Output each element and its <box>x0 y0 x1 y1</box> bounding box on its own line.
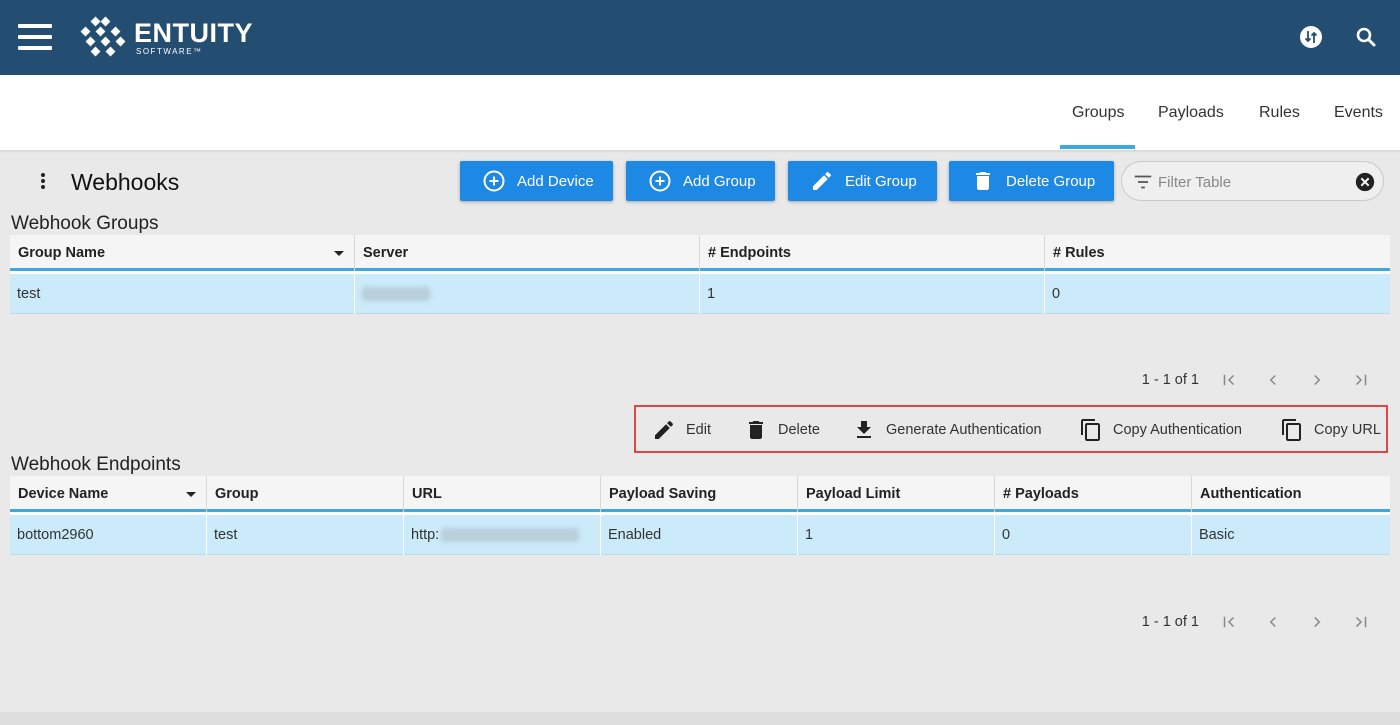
tab-payloads[interactable]: Payloads <box>1158 104 1224 122</box>
pencil-icon <box>655 420 673 439</box>
more-options-icon[interactable] <box>36 172 50 192</box>
column-header-device-name[interactable]: Device Name <box>10 476 207 512</box>
endpoints-section-title: Webhook Endpoints <box>11 454 181 475</box>
copy-url-button[interactable]: Copy URL <box>1280 417 1381 443</box>
endpoints-table-header: Device Name Group URL Payload Saving Pay… <box>10 476 1390 512</box>
redacted-url <box>441 528 580 542</box>
sort-down-icon <box>186 492 196 497</box>
edit-group-button[interactable]: Edit Group <box>788 161 937 201</box>
copy-auth-label: Copy Authentication <box>1113 422 1242 438</box>
groups-section-title: Webhook Groups <box>11 213 159 234</box>
add-group-button[interactable]: Add Group <box>626 161 775 201</box>
menu-icon[interactable] <box>18 24 52 50</box>
pagination-range: 1 - 1 of 1 <box>1141 372 1199 388</box>
sync-icon[interactable] <box>1299 25 1323 49</box>
filter-table-field <box>1121 161 1384 201</box>
next-page-icon[interactable] <box>1295 612 1339 632</box>
cell-endpoints: 1 <box>700 274 1045 314</box>
cell-authentication: Basic <box>1199 527 1235 543</box>
entuity-logo[interactable]: ENTUITY SOFTWARE™ <box>76 16 253 60</box>
cell-url: http: <box>404 515 601 555</box>
column-header-group-name[interactable]: Group Name <box>10 235 355 271</box>
copy-icon <box>1282 419 1301 441</box>
redacted-server <box>362 287 430 301</box>
clear-icon[interactable] <box>1354 171 1376 193</box>
search-icon[interactable] <box>1354 25 1378 49</box>
endpoint-actions-bar: Edit Delete Generate Authentication Copy… <box>634 405 1388 453</box>
edit-group-label: Edit Group <box>845 172 917 190</box>
endpoints-pagination: 1 - 1 of 1 <box>1142 612 1383 632</box>
brand-name: ENTUITY <box>134 18 254 48</box>
tab-groups[interactable]: Groups <box>1072 104 1124 122</box>
cell-payload-saving: Enabled <box>601 515 798 555</box>
next-page-icon[interactable] <box>1295 370 1339 390</box>
last-page-icon[interactable] <box>1339 612 1383 632</box>
generate-authentication-button[interactable]: Generate Authentication <box>852 417 1042 443</box>
delete-label: Delete <box>778 422 820 438</box>
active-tab-indicator <box>1060 145 1135 149</box>
column-header-group[interactable]: Group <box>207 476 404 512</box>
edit-label: Edit <box>686 422 711 438</box>
add-circle-icon <box>483 170 505 192</box>
filter-icon <box>1134 175 1152 189</box>
copy-url-label: Copy URL <box>1314 422 1381 438</box>
entuity-logo-mark-icon <box>80 16 126 57</box>
url-prefix: http: <box>411 527 440 543</box>
column-header-payload-limit[interactable]: Payload Limit <box>798 476 995 512</box>
column-header-payloads[interactable]: # Payloads <box>995 476 1192 512</box>
previous-page-icon[interactable] <box>1251 612 1295 632</box>
first-page-icon[interactable] <box>1207 612 1251 632</box>
groups-pagination: 1 - 1 of 1 <box>1142 370 1383 390</box>
tab-rules[interactable]: Rules <box>1259 104 1300 122</box>
column-header-rules[interactable]: # Rules <box>1045 235 1390 271</box>
delete-endpoint-button[interactable]: Delete <box>744 417 820 443</box>
groups-table-header: Group Name Server # Endpoints # Rules <box>10 235 1390 271</box>
column-header-payload-saving[interactable]: Payload Saving <box>601 476 798 512</box>
bottom-scroll-track <box>0 712 1400 725</box>
brand-subtitle: SOFTWARE™ <box>136 47 203 56</box>
tab-events[interactable]: Events <box>1334 104 1383 122</box>
cell-device-name: bottom2960 <box>10 515 207 555</box>
groups-table: Group Name Server # Endpoints # Rules te… <box>10 235 1390 314</box>
cell-rules: 0 <box>1052 286 1061 302</box>
generate-auth-label: Generate Authentication <box>886 422 1042 438</box>
copy-authentication-button[interactable]: Copy Authentication <box>1079 417 1242 443</box>
add-circle-icon <box>649 170 671 192</box>
app-header: ENTUITY SOFTWARE™ <box>0 0 1400 75</box>
endpoints-table: Device Name Group URL Payload Saving Pay… <box>10 476 1390 555</box>
copy-icon <box>1081 419 1100 441</box>
sort-down-icon <box>334 251 344 256</box>
cell-group: test <box>207 515 404 555</box>
pencil-icon <box>813 171 831 190</box>
add-group-label: Add Group <box>683 172 756 190</box>
page-title: Webhooks <box>71 169 180 195</box>
trash-icon <box>976 172 990 190</box>
edit-endpoint-button[interactable]: Edit <box>652 417 711 443</box>
cell-server <box>355 274 700 314</box>
delete-group-button[interactable]: Delete Group <box>949 161 1114 201</box>
tab-bar: Groups Payloads Rules Events <box>0 75 1400 150</box>
column-header-url[interactable]: URL <box>404 476 601 512</box>
pagination-range: 1 - 1 of 1 <box>1141 614 1199 630</box>
table-row[interactable]: test 1 0 <box>10 274 1390 314</box>
cell-payloads: 0 <box>995 515 1192 555</box>
previous-page-icon[interactable] <box>1251 370 1295 390</box>
download-icon <box>857 421 871 438</box>
divider <box>0 150 1400 153</box>
trash-icon <box>749 421 763 439</box>
add-device-label: Add Device <box>517 172 594 190</box>
first-page-icon[interactable] <box>1207 370 1251 390</box>
table-row[interactable]: bottom2960 test http: Enabled 1 0 Basic <box>10 515 1390 555</box>
last-page-icon[interactable] <box>1339 370 1383 390</box>
column-header-server[interactable]: Server <box>355 235 700 271</box>
filter-input[interactable] <box>1158 170 1348 194</box>
column-header-endpoints[interactable]: # Endpoints <box>700 235 1045 271</box>
cell-group-name: test <box>10 274 355 314</box>
delete-group-label: Delete Group <box>1006 172 1096 190</box>
add-device-button[interactable]: Add Device <box>460 161 613 201</box>
column-header-authentication[interactable]: Authentication <box>1192 476 1390 512</box>
cell-payload-limit: 1 <box>798 515 995 555</box>
